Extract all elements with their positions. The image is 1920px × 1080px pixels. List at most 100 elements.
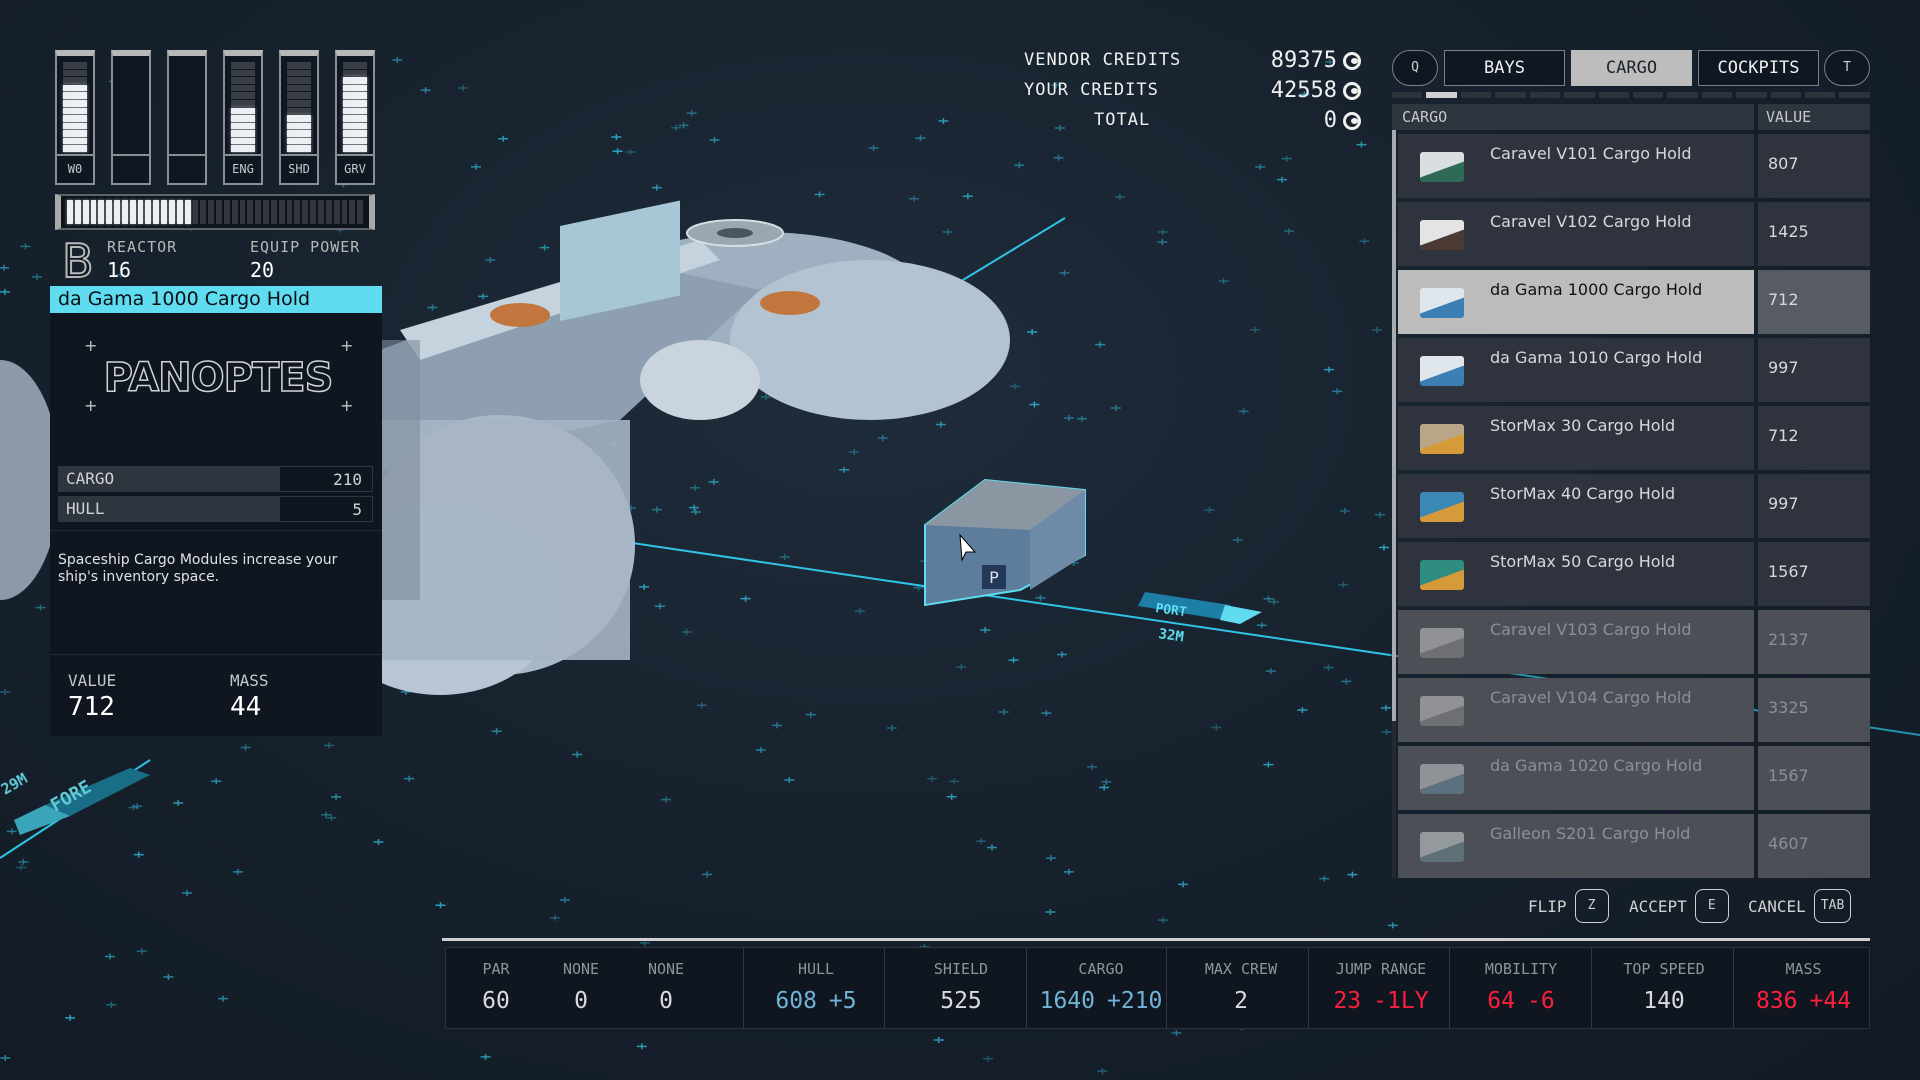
- power-segment: [231, 130, 255, 137]
- power-segment: [231, 62, 255, 69]
- list-item[interactable]: Caravel V103 Cargo Hold 2137: [1398, 610, 1870, 674]
- power-segment: [231, 92, 255, 99]
- list-item-value: 3325: [1768, 698, 1809, 717]
- reactor-value: 16: [107, 258, 132, 282]
- grid-cross: [962, 193, 973, 200]
- selected-cargo-module[interactable]: P: [924, 478, 1086, 607]
- grid-cross: [689, 504, 700, 511]
- action-label: FLIP: [1528, 896, 1567, 916]
- list-item-value-cell: 4607: [1758, 814, 1870, 878]
- power-segment: [287, 92, 311, 99]
- stat-label: CARGO: [1078, 960, 1124, 978]
- stat-label: NONE: [647, 960, 685, 978]
- power-segment: [343, 77, 367, 84]
- power-column-empty[interactable]: [111, 50, 151, 185]
- grid-cross: [908, 195, 919, 202]
- stat-divider: [1449, 948, 1450, 1028]
- grid-cross: [0, 264, 10, 271]
- list-item-name: Caravel V102 Cargo Hold: [1490, 212, 1692, 231]
- power-column-empty[interactable]: [167, 50, 207, 185]
- total-row: TOTAL 0: [1020, 108, 1365, 138]
- port-label-text: PORT: [1154, 601, 1187, 620]
- power-column-label: [169, 154, 205, 183]
- stat-base-value: 23: [1333, 988, 1362, 1014]
- grid-cross: [1157, 229, 1168, 236]
- power-segment: [343, 99, 367, 107]
- column-header-value[interactable]: VALUE: [1758, 104, 1870, 130]
- stat-base-value: 1640: [1039, 988, 1095, 1014]
- power-column-w0[interactable]: W0: [55, 50, 95, 185]
- list-item[interactable]: Caravel V104 Cargo Hold 3325: [1398, 678, 1870, 742]
- list-item[interactable]: Caravel V102 Cargo Hold 1425: [1398, 202, 1870, 266]
- action-label: ACCEPT: [1629, 896, 1687, 916]
- power-segment: [231, 99, 255, 107]
- module-badge: P: [989, 568, 999, 587]
- reactor-segment: [263, 200, 269, 224]
- cargo-module-thumbnail-icon: [1420, 356, 1464, 386]
- tab-bays[interactable]: BAYS: [1444, 50, 1565, 86]
- grid-cross: [1076, 415, 1087, 422]
- tab-indicator-segment: [1529, 92, 1561, 98]
- grid-cross: [708, 478, 719, 485]
- grid-cross: [218, 995, 229, 1002]
- stat-divider: [1733, 948, 1734, 1028]
- cancel-button[interactable]: CANCEL TAB: [1748, 888, 1852, 924]
- power-segment: [63, 99, 87, 107]
- grid-cross: [1178, 881, 1189, 888]
- list-item-value-cell: 997: [1758, 474, 1870, 538]
- list-item-value-cell: 1567: [1758, 746, 1870, 810]
- grid-cross: [854, 608, 865, 615]
- stat-value: 140: [1594, 988, 1734, 1014]
- list-item-value-cell: 712: [1758, 270, 1870, 334]
- list-item-name-cell: Galleon S201 Cargo Hold: [1398, 814, 1754, 878]
- power-segment: [287, 107, 311, 115]
- scrollbar-thumb[interactable]: [1392, 130, 1396, 721]
- grid-cross: [1276, 176, 1287, 183]
- tab-cargo[interactable]: CARGO: [1571, 50, 1692, 86]
- reactor-segment: [106, 200, 113, 224]
- grid-cross: [805, 711, 816, 718]
- list-item[interactable]: StorMax 40 Cargo Hold 997: [1398, 474, 1870, 538]
- reactor-segment: [153, 200, 160, 224]
- power-column-shd[interactable]: SHD: [279, 50, 319, 185]
- grid-cross: [16, 864, 27, 871]
- list-item[interactable]: da Gama 1020 Cargo Hold 1567: [1398, 746, 1870, 810]
- grid-cross: [324, 742, 335, 749]
- grid-cross: [636, 1043, 647, 1050]
- next-tab-key-t[interactable]: T: [1824, 50, 1870, 86]
- power-column-eng[interactable]: ENG: [223, 50, 263, 185]
- cargo-module-thumbnail-icon: [1420, 152, 1464, 182]
- grid-cross: [696, 702, 707, 709]
- tab-cockpits[interactable]: COCKPITS: [1698, 50, 1819, 86]
- accept-button[interactable]: ACCEPT E: [1629, 888, 1729, 924]
- grid-cross: [1374, 511, 1385, 518]
- power-segment: [343, 69, 367, 77]
- list-scrollbar[interactable]: [1392, 130, 1396, 878]
- grid-cross: [320, 811, 331, 818]
- list-item[interactable]: Galleon S201 Cargo Hold 4607: [1398, 814, 1870, 878]
- prev-tab-key-q[interactable]: Q: [1392, 50, 1438, 86]
- flip-button[interactable]: FLIP Z: [1528, 888, 1609, 924]
- grid-cross: [233, 868, 244, 875]
- svg-text:+: +: [84, 396, 97, 413]
- grid-cross: [1009, 383, 1020, 390]
- power-column-grv[interactable]: GRV: [335, 50, 375, 185]
- list-item[interactable]: da Gama 1000 Cargo Hold 712: [1398, 270, 1870, 334]
- grid-cross: [1211, 724, 1222, 731]
- list-item[interactable]: Caravel V101 Cargo Hold 807: [1398, 134, 1870, 198]
- stat-par: PAR 60: [461, 948, 531, 1028]
- cargo-module-list: CARGO VALUE Caravel V101 Cargo Hold 807 Ca…: [1392, 104, 1870, 878]
- list-item-name: da Gama 1010 Cargo Hold: [1490, 348, 1703, 367]
- power-segment: [231, 115, 255, 122]
- grid-cross: [740, 595, 751, 602]
- grid-cross: [331, 793, 342, 800]
- grid-cross: [498, 135, 509, 142]
- grid-cross: [681, 629, 692, 636]
- stat-none: NONE 0: [546, 948, 616, 1028]
- list-item[interactable]: da Gama 1010 Cargo Hold 997: [1398, 338, 1870, 402]
- column-header-cargo[interactable]: CARGO: [1392, 104, 1754, 130]
- list-item[interactable]: StorMax 50 Cargo Hold 1567: [1398, 542, 1870, 606]
- list-item[interactable]: StorMax 30 Cargo Hold 712: [1398, 406, 1870, 470]
- grid-cross: [877, 435, 888, 442]
- reactor-segment: [325, 200, 332, 224]
